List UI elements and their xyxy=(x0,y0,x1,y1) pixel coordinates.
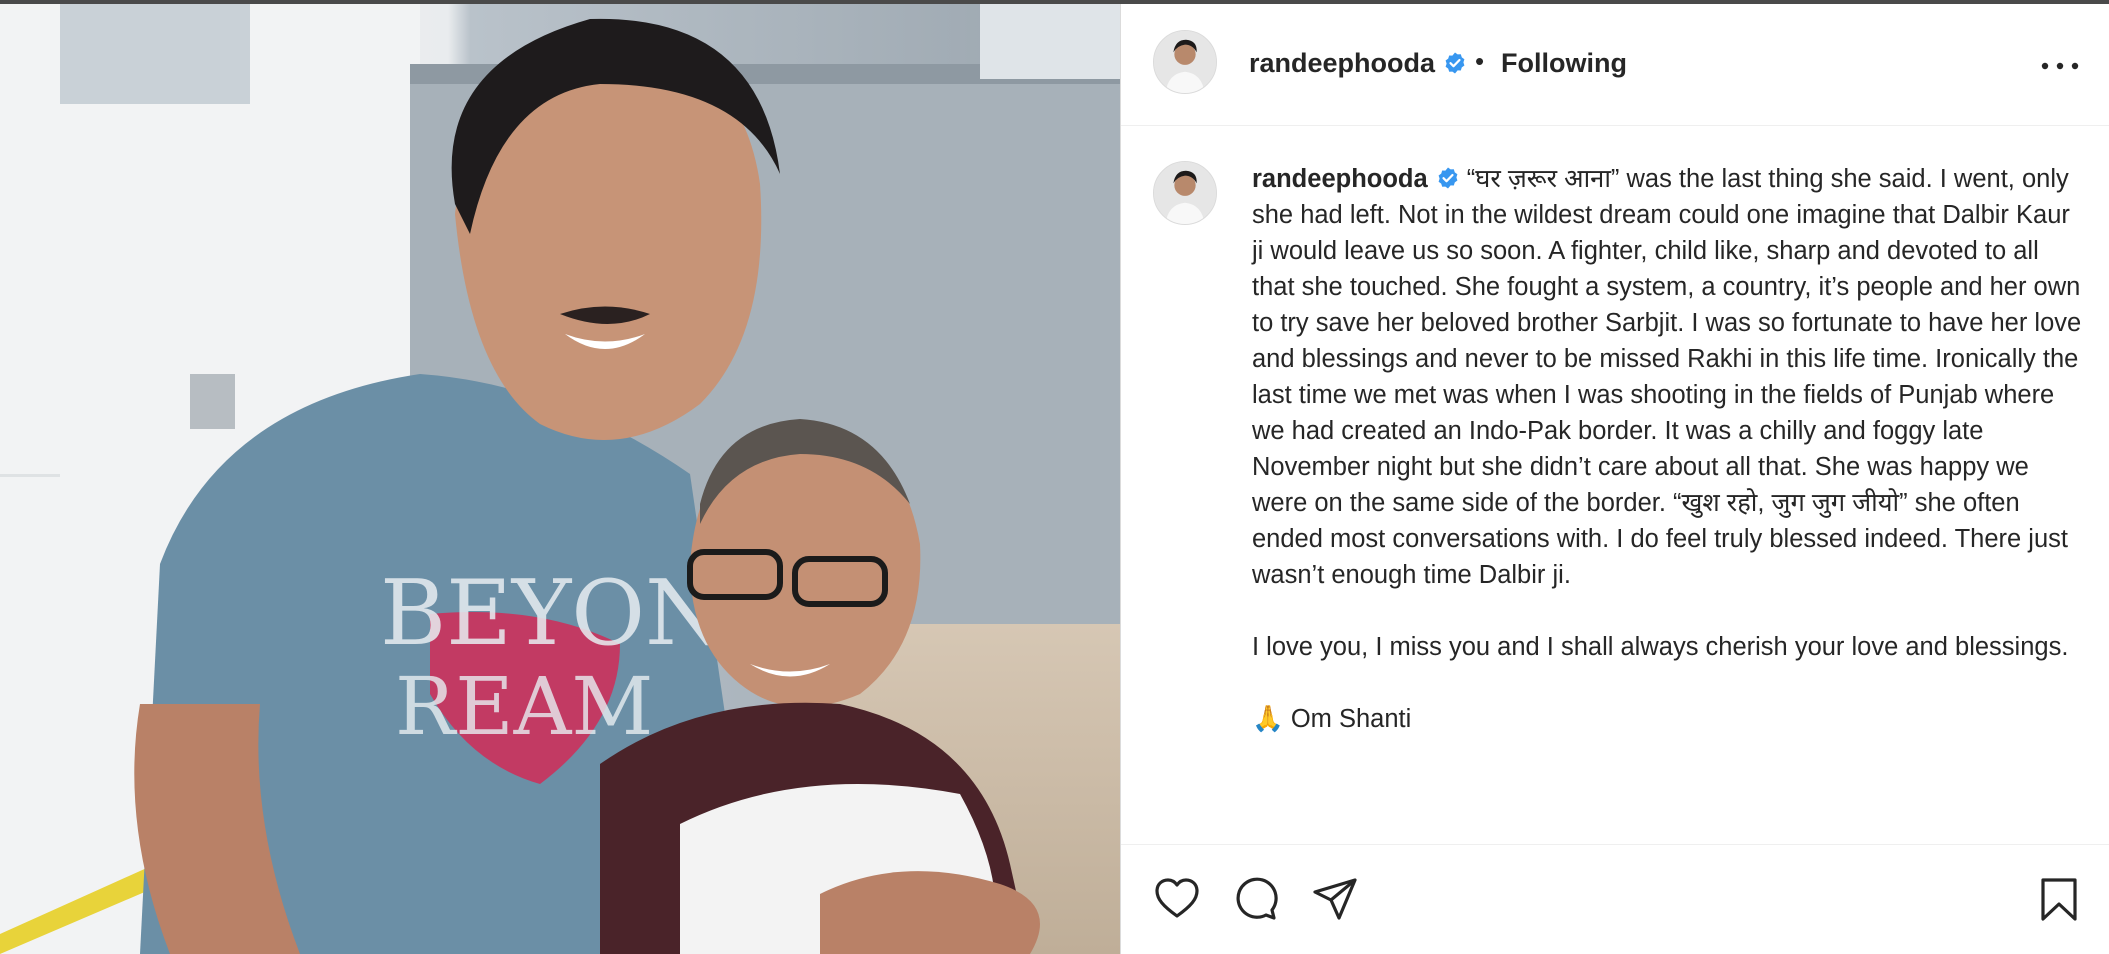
post-actions-bar xyxy=(1121,844,2109,954)
avatar-image xyxy=(1154,31,1216,93)
caption-avatar[interactable] xyxy=(1153,161,1217,225)
caption-text-1: “घर ज़रूर आना” was the last thing she sa… xyxy=(1252,165,2089,589)
following-button[interactable]: Following xyxy=(1501,48,1627,79)
post-caption: randeephooda “घर ज़रूर आना” was the last… xyxy=(1252,161,2082,737)
heart-icon[interactable] xyxy=(1153,875,1201,923)
header-username[interactable]: randeephooda xyxy=(1249,48,1467,79)
more-options-icon[interactable] xyxy=(2039,54,2081,78)
svg-text:REAM: REAM xyxy=(395,660,653,753)
avatar-image xyxy=(1154,162,1216,224)
avatar[interactable] xyxy=(1153,30,1217,94)
svg-text:BEYON: BEYON xyxy=(380,561,724,666)
header-username-text[interactable]: randeephooda xyxy=(1249,48,1435,78)
caption-paragraph-1: randeephooda “घर ज़रूर आना” was the last… xyxy=(1252,161,2082,593)
post-image[interactable]: BEYON REAM xyxy=(0,4,1120,954)
caption-username[interactable]: randeephooda xyxy=(1252,165,1428,193)
post-header: randeephooda • Following xyxy=(1121,4,2109,126)
verified-badge-icon xyxy=(1438,167,1458,189)
caption-paragraph-3: 🙏 Om Shanti xyxy=(1252,705,1412,733)
comment-icon[interactable] xyxy=(1232,875,1280,923)
comments-area[interactable]: randeephooda “घर ज़रूर आना” was the last… xyxy=(1121,127,2109,845)
verified-badge-icon xyxy=(1445,52,1465,74)
paper-plane-icon[interactable] xyxy=(1311,875,1359,923)
bookmark-icon[interactable] xyxy=(2035,875,2083,923)
header-separator: • xyxy=(1475,46,1485,76)
post-photo-illustration: BEYON REAM xyxy=(0,4,1120,954)
post-side-panel: randeephooda • Following randeephooda “घ… xyxy=(1121,4,2109,954)
caption-paragraph-2: I love you, I miss you and I shall alway… xyxy=(1252,633,2069,661)
